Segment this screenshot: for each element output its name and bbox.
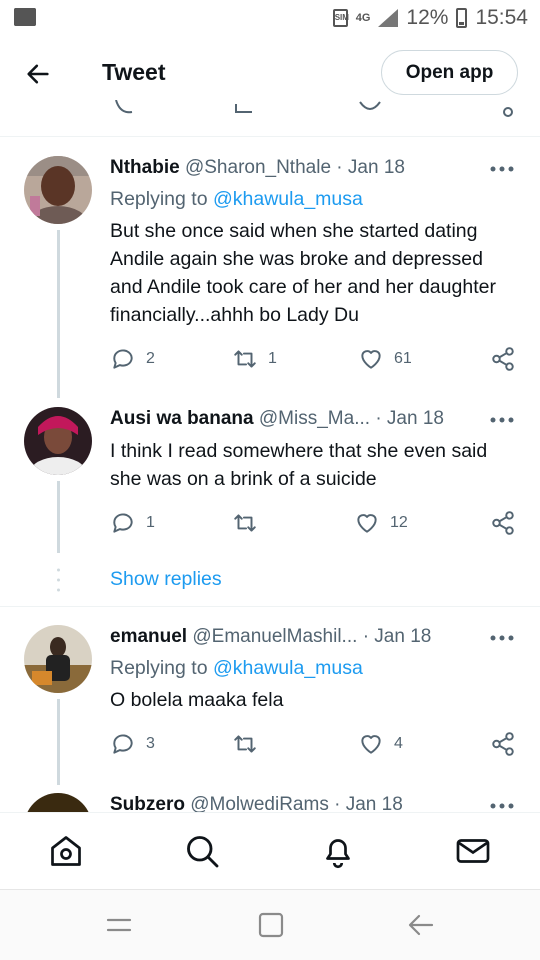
like-count: 4 <box>394 735 403 752</box>
thread-line <box>57 481 60 553</box>
bottom-navigation <box>0 812 540 890</box>
divider <box>0 606 540 607</box>
share-icon <box>492 511 514 535</box>
search-icon[interactable] <box>184 833 220 869</box>
handle[interactable]: @Miss_Ma... <box>259 408 370 429</box>
reply-button[interactable]: 1 <box>110 510 155 536</box>
thread-line <box>57 230 60 398</box>
home-square-icon[interactable] <box>256 910 286 940</box>
share-icon <box>492 732 514 756</box>
share-button[interactable] <box>490 510 516 536</box>
display-name[interactable]: Nthabie <box>110 157 180 178</box>
retweet-icon <box>234 514 256 532</box>
thread-dots <box>57 568 60 592</box>
tweet-text: But she once said when she started datin… <box>110 220 496 326</box>
reply-count: 1 <box>146 514 155 531</box>
clock: 15:54 <box>475 6 528 29</box>
retweet-button[interactable] <box>232 731 268 757</box>
reply-button[interactable]: 2 <box>110 346 155 372</box>
heart-icon <box>361 350 381 369</box>
replying-prefix: Replying to <box>110 657 208 679</box>
share-button[interactable] <box>490 346 516 372</box>
timestamp[interactable]: · Jan 18 <box>363 626 432 647</box>
replying-prefix: Replying to <box>110 188 208 210</box>
timestamp[interactable]: · Jan 18 <box>336 157 405 178</box>
battery-percent: 12% <box>406 6 449 29</box>
display-name[interactable]: emanuel <box>110 626 187 647</box>
like-button[interactable]: 4 <box>358 731 403 757</box>
retweet-icon <box>234 350 256 368</box>
page-title: Tweet <box>102 59 166 85</box>
messages-icon[interactable] <box>455 833 491 869</box>
show-replies-link[interactable]: Show replies <box>110 568 222 591</box>
tweet-text: O bolela maaka fela <box>110 689 284 711</box>
more-options-icon[interactable] <box>490 417 514 423</box>
network-type: 4G <box>355 12 371 24</box>
tweet-actions: 1 12 <box>110 510 520 540</box>
handle[interactable]: @EmanuelMashil... <box>192 626 357 647</box>
mention-link[interactable]: @khawula_musa <box>213 188 363 210</box>
tweet-header: Nthabie @Sharon_Nthale · Jan 18 <box>110 157 405 179</box>
reply-button[interactable]: 3 <box>110 731 155 757</box>
status-bar: SIM 4G 12% 15:54 <box>0 0 540 36</box>
top-app-bar: Tweet Open app <box>0 36 540 110</box>
tweet-actions: 3 4 <box>110 731 520 761</box>
reply-count: 3 <box>146 735 155 752</box>
heart-icon <box>361 735 381 754</box>
retweet-count: 1 <box>268 350 277 367</box>
mention-link[interactable]: @khawula_musa <box>213 657 363 679</box>
divider <box>0 136 540 137</box>
reply-icon <box>113 513 133 533</box>
display-name[interactable]: Ausi wa banana <box>110 408 254 429</box>
handle[interactable]: @Sharon_Nthale <box>185 157 331 178</box>
timestamp[interactable]: · Jan 18 <box>375 408 444 429</box>
more-options-icon[interactable] <box>490 803 514 809</box>
reply-icon <box>113 734 133 754</box>
avatar[interactable] <box>24 407 92 475</box>
open-app-button[interactable]: Open app <box>381 50 518 95</box>
retweet-button[interactable] <box>232 510 268 536</box>
retweet-icon <box>234 735 256 753</box>
tweet-actions: 2 1 61 <box>110 346 520 376</box>
recents-icon[interactable] <box>104 910 134 940</box>
tweet-text: I think I read somewhere that she even s… <box>110 440 488 490</box>
like-button[interactable]: 61 <box>358 346 412 372</box>
signal-icon <box>378 9 399 27</box>
sim-icon: SIM <box>332 9 349 27</box>
like-button[interactable]: 12 <box>354 510 408 536</box>
notifications-icon[interactable] <box>320 833 356 869</box>
replying-to: Replying to @khawula_musa <box>110 188 363 211</box>
tweet-header: Ausi wa banana @Miss_Ma... · Jan 18 <box>110 408 444 430</box>
avatar[interactable] <box>24 625 92 693</box>
like-count: 61 <box>394 350 412 367</box>
home-icon[interactable] <box>48 833 84 869</box>
avatar[interactable] <box>24 156 92 224</box>
reply-count: 2 <box>146 350 155 367</box>
back-arrow-icon[interactable] <box>406 910 436 940</box>
more-options-icon[interactable] <box>490 635 514 641</box>
share-button[interactable] <box>490 731 516 757</box>
tweet-header: emanuel @EmanuelMashil... · Jan 18 <box>110 626 431 648</box>
heart-icon <box>357 514 377 533</box>
replying-to: Replying to @khawula_musa <box>110 657 363 680</box>
more-options-icon[interactable] <box>490 166 514 172</box>
reply-icon <box>113 349 133 369</box>
battery-icon <box>456 8 468 28</box>
like-count: 12 <box>390 514 408 531</box>
system-navigation-bar <box>0 890 540 960</box>
back-arrow-icon[interactable] <box>24 60 52 88</box>
activity-icon <box>14 8 36 26</box>
previous-tweet-actions <box>115 100 513 117</box>
share-icon <box>492 347 514 371</box>
retweet-button[interactable]: 1 <box>232 346 277 372</box>
thread-line <box>57 699 60 785</box>
